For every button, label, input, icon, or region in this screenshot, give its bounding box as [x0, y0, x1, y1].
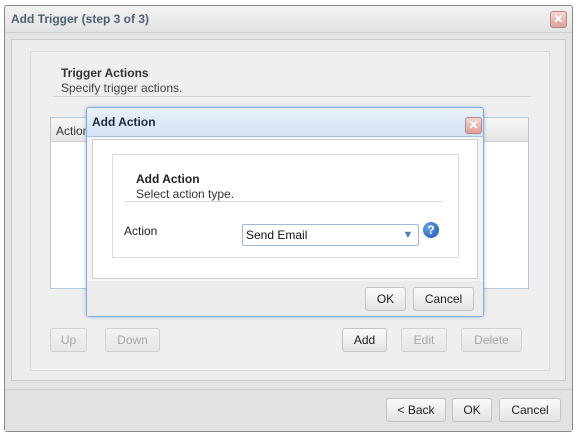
panel-title: Trigger Actions: [61, 66, 149, 80]
action-type-select[interactable]: Send Email ▼: [242, 224, 419, 246]
dialog-title: Add Action: [92, 115, 156, 129]
back-button[interactable]: < Back: [386, 398, 446, 422]
dialog-ok-button[interactable]: OK: [365, 287, 406, 311]
column-header-action[interactable]: Action: [56, 124, 89, 138]
divider: [125, 201, 442, 202]
delete-button[interactable]: Delete: [461, 328, 522, 352]
up-button[interactable]: Up: [50, 328, 87, 352]
chevron-down-icon[interactable]: ▼: [398, 225, 418, 245]
add-button[interactable]: Add: [342, 328, 387, 352]
section-title: Add Action: [136, 172, 200, 186]
divider: [53, 96, 531, 97]
window-title: Add Trigger (step 3 of 3): [11, 12, 150, 26]
section-subtitle: Select action type.: [136, 187, 235, 201]
ok-button[interactable]: OK: [452, 398, 492, 422]
window-title-bar: Add Trigger (step 3 of 3) ✕: [5, 6, 572, 33]
add-action-dialog: Add Action ✕ Add Action Select action ty…: [86, 107, 484, 317]
action-type-value: Send Email: [246, 228, 308, 242]
action-label: Action: [124, 224, 158, 238]
close-icon[interactable]: ✕: [465, 117, 482, 134]
edit-button[interactable]: Edit: [401, 328, 447, 352]
dialog-cancel-button[interactable]: Cancel: [413, 287, 474, 311]
dialog-body: [92, 139, 478, 279]
dialog-footer: OK Cancel: [87, 281, 483, 316]
help-icon[interactable]: ?: [423, 222, 439, 238]
down-button[interactable]: Down: [105, 328, 160, 352]
window-footer: < Back OK Cancel: [5, 389, 572, 431]
cancel-button[interactable]: Cancel: [499, 398, 561, 422]
panel-subtitle: Specify trigger actions.: [61, 81, 183, 95]
close-icon[interactable]: ✕: [550, 11, 567, 28]
dialog-title-bar: Add Action ✕: [87, 108, 483, 137]
